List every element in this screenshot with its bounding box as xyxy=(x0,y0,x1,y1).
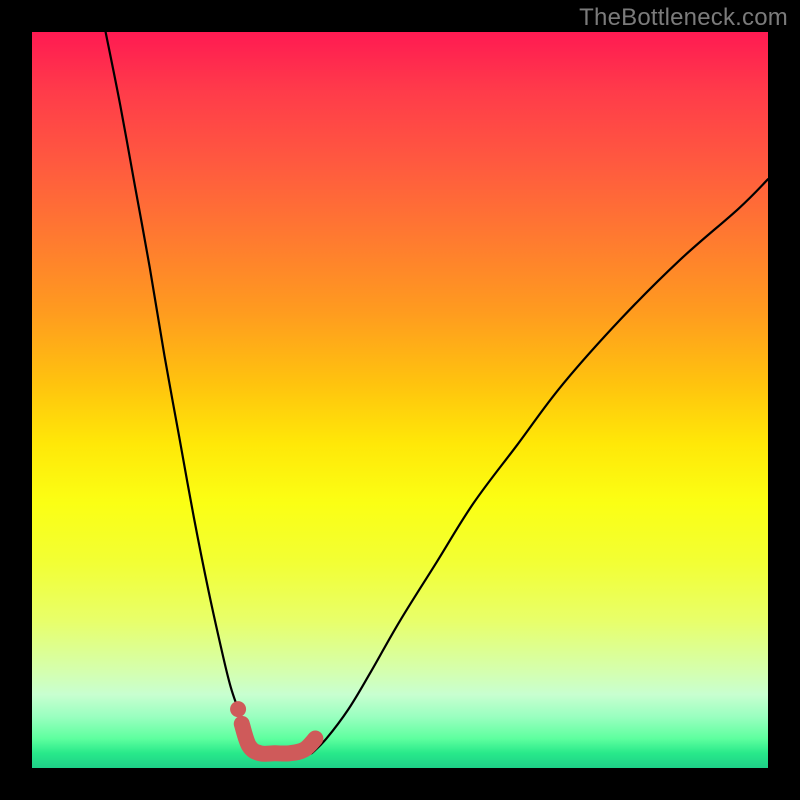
chart-frame: TheBottleneck.com xyxy=(0,0,800,800)
curve-left xyxy=(106,32,261,753)
watermark-text: TheBottleneck.com xyxy=(579,4,788,32)
highlight-dot xyxy=(230,701,246,717)
chart-plot-area xyxy=(32,32,768,768)
highlight-segment xyxy=(242,724,316,754)
chart-svg xyxy=(32,32,768,768)
curve-right xyxy=(312,179,768,753)
